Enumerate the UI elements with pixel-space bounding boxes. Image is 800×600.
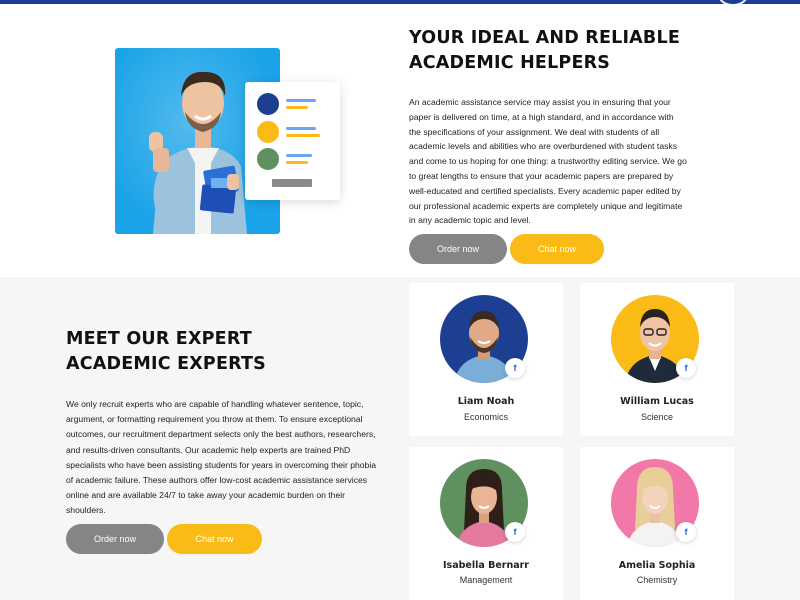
helpers-paragraph: An academic assistance service may assis…	[409, 95, 749, 228]
paragraph-line: to great lengths to ensure that your aca…	[409, 170, 674, 181]
expert-subject: Science	[640, 412, 674, 422]
paragraph-line: in any academic topic and level.	[409, 215, 531, 226]
order-now-button[interactable]: Order now	[409, 234, 507, 264]
helpers-heading-line1: YOUR IDEAL AND RELIABLE	[409, 28, 680, 48]
expert-subject: Economics	[463, 412, 508, 422]
expert-subject: Chemistry	[636, 575, 678, 585]
paragraph-line: and come to us hoping for one thing: a t…	[409, 156, 687, 167]
expert-card[interactable]: f Amelia Sophia Chemistry	[580, 447, 734, 600]
checklist-line	[286, 161, 308, 164]
checklist-dot-blue	[257, 93, 279, 115]
paragraph-line: and results-driven consultants. Our acad…	[66, 444, 351, 455]
paragraph-line: online and are available 24/7 to take aw…	[66, 490, 345, 501]
top-accent-bar	[0, 0, 800, 6]
paragraph-line: shoulders.	[66, 505, 106, 516]
checklist-card	[245, 82, 340, 200]
experts-chat-now-button[interactable]: Chat now	[167, 524, 262, 554]
paragraph-line: our professional academic experts are co…	[409, 200, 683, 211]
expert-card[interactable]: f William Lucas Science	[580, 283, 734, 436]
paragraph-line: the specifications of your assignment. W…	[409, 126, 660, 137]
expert-name: Liam Noah	[457, 396, 515, 407]
facebook-icon[interactable]: f	[676, 522, 696, 542]
checklist-line	[286, 99, 316, 102]
paragraph-line: academic levels and abilities who are ov…	[409, 141, 677, 152]
chat-now-button[interactable]: Chat now	[510, 234, 604, 264]
paragraph-line: An academic assistance service may assis…	[409, 97, 671, 107]
expert-name: Isabella Bernarr	[443, 560, 529, 571]
header-ring-decoration	[716, 0, 750, 6]
checklist-line	[286, 154, 312, 157]
checklist-dot-green	[257, 148, 279, 170]
experts-heading-line1: MEET OUR EXPERT	[66, 329, 252, 349]
paragraph-line: well-educated and certified specialists.…	[409, 185, 681, 196]
checklist-dot-yellow	[257, 121, 279, 143]
checklist-line	[286, 127, 316, 130]
expert-name: William Lucas	[620, 396, 694, 407]
experts-order-now-button[interactable]: Order now	[66, 524, 164, 554]
expert-name: Amelia Sophia	[618, 560, 696, 571]
facebook-icon[interactable]: f	[676, 358, 696, 378]
paragraph-line: We only recruit experts who are capable …	[66, 399, 364, 409]
checklist-line	[286, 134, 320, 137]
checklist-button-bar	[272, 179, 312, 187]
facebook-icon[interactable]: f	[505, 358, 525, 378]
checklist-line	[286, 106, 308, 109]
expert-subject: Management	[459, 575, 513, 585]
paragraph-line: outcomes, our recruitment department sel…	[66, 429, 376, 440]
paragraph-line: argument, or formatting requirement you …	[66, 414, 363, 425]
expert-card[interactable]: f Isabella Bernarr Management	[409, 447, 563, 600]
paragraph-line: paper is delivered on time, at a high st…	[409, 111, 674, 122]
helpers-heading: YOUR IDEAL AND RELIABLE ACADEMIC HELPERS	[409, 26, 680, 76]
helpers-heading-line2: ACADEMIC HELPERS	[409, 53, 611, 73]
experts-heading-line2: ACADEMIC EXPERTS	[66, 354, 266, 374]
expert-card[interactable]: f Liam Noah Economics	[409, 283, 563, 436]
facebook-icon[interactable]: f	[505, 522, 525, 542]
paragraph-line: of academic failure. These authors offer…	[66, 475, 368, 486]
experts-paragraph: We only recruit experts who are capable …	[66, 397, 396, 519]
experts-heading: MEET OUR EXPERT ACADEMIC EXPERTS	[66, 327, 266, 377]
paragraph-line: specialists who have been assisting stud…	[66, 459, 377, 470]
